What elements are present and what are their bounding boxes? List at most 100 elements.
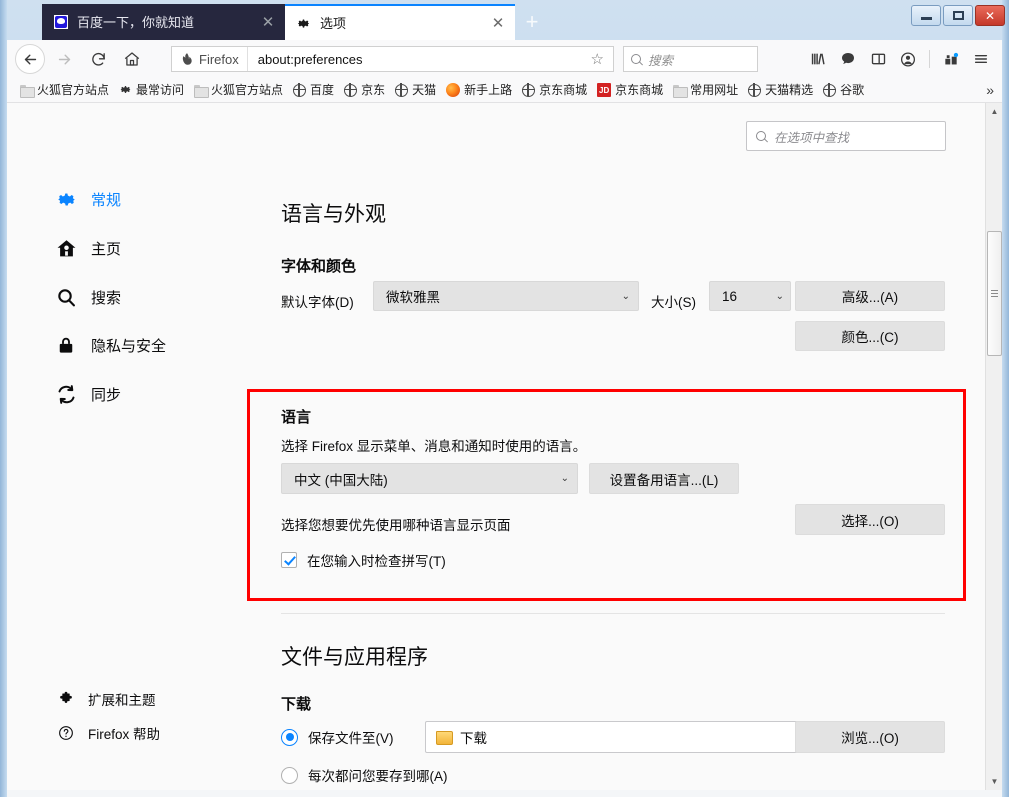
bookmark-item[interactable]: 常用网址 — [668, 80, 743, 101]
default-font-value: 微软雅黑 — [386, 286, 616, 306]
choose-language-button[interactable]: 选择...(O) — [795, 504, 945, 535]
scroll-up-button[interactable]: ▲ — [986, 103, 1002, 120]
tab-options[interactable]: 选项 ✕ — [285, 4, 515, 40]
always-ask-row[interactable]: 每次都问您要存到哪(A) — [281, 765, 448, 785]
sync-icon — [55, 383, 77, 405]
browse-button[interactable]: 浏览...(O) — [795, 721, 945, 753]
scroll-down-button[interactable]: ▼ — [986, 773, 1002, 790]
colors-button[interactable]: 颜色...(C) — [795, 321, 945, 351]
bookmark-label: 火狐官方站点 — [37, 82, 109, 99]
browser-window: 百度一下，你就知道 ✕ 选项 ✕ + ✕ — [0, 0, 1009, 797]
toolbar-icons — [803, 44, 996, 74]
sidebar-item-extensions-themes[interactable]: 扩展和主题 — [57, 689, 156, 709]
set-alternatives-button[interactable]: 设置备用语言...(L) — [589, 463, 739, 494]
new-tab-button[interactable]: + — [518, 9, 546, 35]
sidebar-icon[interactable] — [863, 44, 893, 74]
download-path-field[interactable]: 下载 — [425, 721, 817, 753]
bookmark-item[interactable]: 天猫精选 — [743, 80, 818, 101]
sidebar-item-firefox-help[interactable]: Firefox 帮助 — [57, 723, 160, 743]
bookmark-label: 百度 — [310, 82, 334, 99]
spellcheck-checkbox[interactable] — [281, 552, 297, 568]
maximize-button[interactable] — [943, 5, 973, 26]
sidebar-item-home[interactable]: 主页 — [55, 235, 121, 261]
bookmark-item[interactable]: 百度 — [288, 80, 339, 101]
tab-baidu[interactable]: 百度一下，你就知道 ✕ — [42, 4, 285, 40]
save-files-to-radio[interactable] — [281, 729, 298, 746]
forward-button[interactable] — [47, 44, 81, 74]
bookmark-item[interactable]: 谷歌 — [818, 80, 869, 101]
lock-icon — [55, 334, 77, 356]
window-right-edge — [1002, 0, 1009, 797]
bookmark-label: 天猫精选 — [765, 82, 813, 99]
section-divider — [281, 613, 945, 614]
download-path-text: 下载 — [460, 727, 487, 747]
sidebar-item-privacy-security[interactable]: 隐私与安全 — [55, 332, 166, 358]
account-icon[interactable] — [893, 44, 923, 74]
spellcheck-row[interactable]: 在您输入时检查拼写(T) — [281, 550, 446, 570]
always-ask-label: 每次都问您要存到哪(A) — [308, 765, 448, 785]
page-language-label: 选择您想要优先使用哪种语言显示页面 — [281, 514, 511, 534]
preferences-main-panel: 语言与外观 字体和颜色 默认字体(D) 微软雅黑 ⌄ 大小(S) 16 ⌄ 高级… — [265, 103, 985, 790]
bookmark-item[interactable]: 京东 — [339, 80, 390, 101]
url-bar[interactable]: Firefox about:preferences ☆ — [171, 46, 614, 72]
font-size-dropdown[interactable]: 16 ⌄ — [709, 281, 791, 311]
reload-button[interactable] — [81, 44, 115, 74]
bookmark-item[interactable]: 火狐官方站点 — [15, 80, 114, 101]
advanced-fonts-button[interactable]: 高级...(A) — [795, 281, 945, 311]
firefox-icon — [446, 83, 460, 97]
save-files-to-row[interactable]: 保存文件至(V) — [281, 727, 394, 747]
section-title-files-applications: 文件与应用程序 — [281, 641, 428, 671]
back-button[interactable] — [13, 44, 47, 74]
folder-icon — [673, 85, 686, 96]
scrollbar-thumb[interactable] — [987, 231, 1002, 356]
bookmarks-overflow-button[interactable]: » — [986, 82, 994, 98]
chevron-down-icon: ⌄ — [622, 291, 630, 302]
minimize-button[interactable] — [911, 5, 941, 26]
tab-close-button[interactable]: ✕ — [487, 12, 509, 34]
vertical-scrollbar[interactable]: ▲ ▼ — [985, 103, 1002, 790]
site-identity[interactable]: Firefox — [172, 47, 248, 71]
pocket-icon[interactable] — [833, 44, 863, 74]
home-button[interactable] — [115, 44, 149, 74]
navigation-toolbar: Firefox about:preferences ☆ 搜索 — [7, 40, 1002, 78]
content-area: 在选项中查找 常规 主页 — [7, 103, 1002, 790]
language-value: 中文 (中国大陆) — [294, 469, 555, 489]
bookmark-item[interactable]: 新手上路 — [441, 80, 517, 101]
search-placeholder: 搜索 — [648, 50, 673, 69]
url-text[interactable]: about:preferences — [248, 52, 582, 67]
bookmark-item[interactable]: 火狐官方站点 — [189, 80, 288, 101]
menu-icon[interactable] — [966, 44, 996, 74]
section-title-language-appearance: 语言与外观 — [281, 198, 386, 228]
sidebar-item-label: Firefox 帮助 — [88, 723, 160, 743]
jd-icon: JD — [597, 83, 611, 97]
always-ask-radio[interactable] — [281, 767, 298, 784]
toolbar-separator — [929, 50, 930, 68]
close-window-button[interactable]: ✕ — [975, 5, 1005, 26]
bookmark-item[interactable]: 天猫 — [390, 80, 441, 101]
extensions-icon[interactable] — [936, 44, 966, 74]
folder-icon — [20, 85, 33, 96]
puzzle-icon — [57, 690, 75, 708]
default-font-dropdown[interactable]: 微软雅黑 ⌄ — [373, 281, 639, 311]
bookmark-item[interactable]: 最常访问 — [114, 80, 189, 101]
sidebar-item-general[interactable]: 常规 — [55, 186, 121, 212]
chevron-down-icon: ⌄ — [776, 291, 784, 302]
bookmark-label: 最常访问 — [136, 82, 184, 99]
bookmark-star-icon[interactable]: ☆ — [582, 50, 613, 68]
search-bar[interactable]: 搜索 — [623, 46, 758, 72]
bookmark-label: 谷歌 — [840, 82, 864, 99]
sidebar-item-label: 隐私与安全 — [91, 335, 166, 356]
tab-close-button[interactable]: ✕ — [257, 11, 279, 33]
library-icon[interactable] — [803, 44, 833, 74]
tab-title: 百度一下，你就知道 — [77, 14, 257, 31]
subsection-title-language: 语言 — [281, 406, 311, 427]
window-bottom-edge — [7, 790, 1002, 797]
bookmark-item[interactable]: JD 京东商城 — [592, 80, 668, 101]
download-folder-icon — [436, 730, 452, 744]
sidebar-item-search[interactable]: 搜索 — [55, 284, 121, 310]
globe-icon — [344, 84, 357, 97]
language-dropdown[interactable]: 中文 (中国大陆) ⌄ — [281, 463, 578, 494]
sidebar-item-sync[interactable]: 同步 — [55, 381, 121, 407]
bookmark-item[interactable]: 京东商城 — [517, 80, 592, 101]
sidebar-item-label: 扩展和主题 — [88, 689, 156, 709]
